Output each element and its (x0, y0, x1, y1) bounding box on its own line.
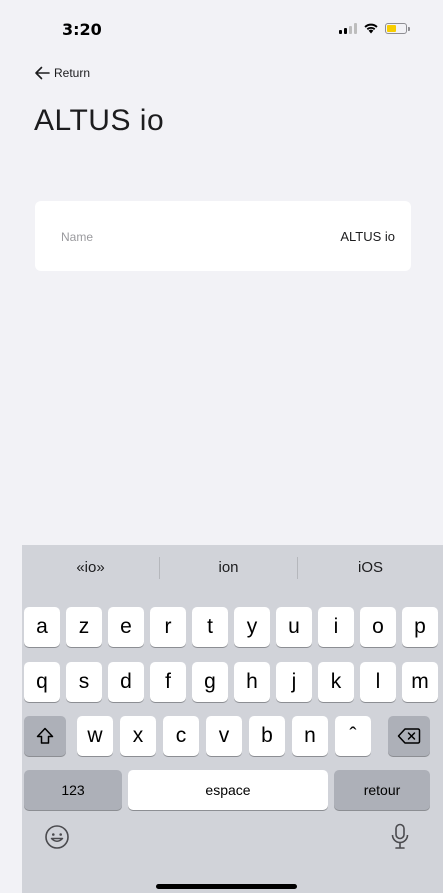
key-g[interactable]: g (192, 662, 228, 702)
battery-icon (385, 22, 410, 34)
key-i[interactable]: i (318, 607, 354, 647)
key-s[interactable]: s (66, 662, 102, 702)
home-indicator (156, 884, 297, 889)
name-input-value[interactable]: ALTUS io (340, 229, 395, 244)
delete-key[interactable] (388, 716, 430, 756)
key-l[interactable]: l (360, 662, 396, 702)
key-b[interactable]: b (249, 716, 285, 756)
key-v[interactable]: v (206, 716, 242, 756)
key-k[interactable]: k (318, 662, 354, 702)
suggestion-item[interactable]: «io» (22, 545, 159, 591)
name-field-card[interactable]: Name ALTUS io (35, 201, 411, 271)
key-h[interactable]: h (234, 662, 270, 702)
suggestion-item[interactable]: iOS (298, 545, 443, 591)
status-time: 3:20 (62, 20, 102, 39)
shift-icon (36, 727, 54, 744)
back-button[interactable]: Return (34, 66, 90, 80)
suggestion-bar: «io» ion iOS (22, 545, 443, 591)
name-label: Name (61, 230, 94, 244)
shift-key[interactable] (24, 716, 66, 756)
key-d[interactable]: d (108, 662, 144, 702)
suggestion-item[interactable]: ion (160, 545, 297, 591)
back-label: Return (54, 66, 91, 80)
key-u[interactable]: u (276, 607, 312, 647)
cellular-signal-icon (339, 22, 357, 34)
key-f[interactable]: f (150, 662, 186, 702)
wifi-icon (364, 23, 378, 34)
key-c[interactable]: c (163, 716, 199, 756)
key-q[interactable]: q (24, 662, 60, 702)
key-r[interactable]: r (150, 607, 186, 647)
key-a[interactable]: a (24, 607, 60, 647)
delete-icon (397, 728, 421, 744)
key-j[interactable]: j (276, 662, 312, 702)
key-o[interactable]: o (360, 607, 396, 647)
arrow-left-icon (35, 66, 50, 80)
numbers-key[interactable]: 123 (24, 770, 122, 810)
key-p[interactable]: p (402, 607, 438, 647)
key-x[interactable]: x (120, 716, 156, 756)
page-title: ALTUS io (34, 104, 165, 137)
key-z[interactable]: z (66, 607, 102, 647)
key-m[interactable]: m (402, 662, 438, 702)
key-t[interactable]: t (192, 607, 228, 647)
status-icons (339, 22, 410, 34)
key-y[interactable]: y (234, 607, 270, 647)
key-n[interactable]: n (292, 716, 328, 756)
microphone-icon[interactable] (390, 823, 410, 851)
keyboard: «io» ion iOS azertyuiop qsdfghjklm wxcvb… (22, 545, 443, 893)
key-e[interactable]: e (108, 607, 144, 647)
key-w[interactable]: w (77, 716, 113, 756)
key-circumflex[interactable]: ˆ (335, 716, 371, 756)
battery-level (387, 24, 396, 32)
space-key[interactable]: espace (128, 770, 328, 810)
status-bar: 3:20 (0, 0, 443, 56)
return-key[interactable]: retour (334, 770, 430, 810)
emoji-icon[interactable] (44, 824, 70, 850)
